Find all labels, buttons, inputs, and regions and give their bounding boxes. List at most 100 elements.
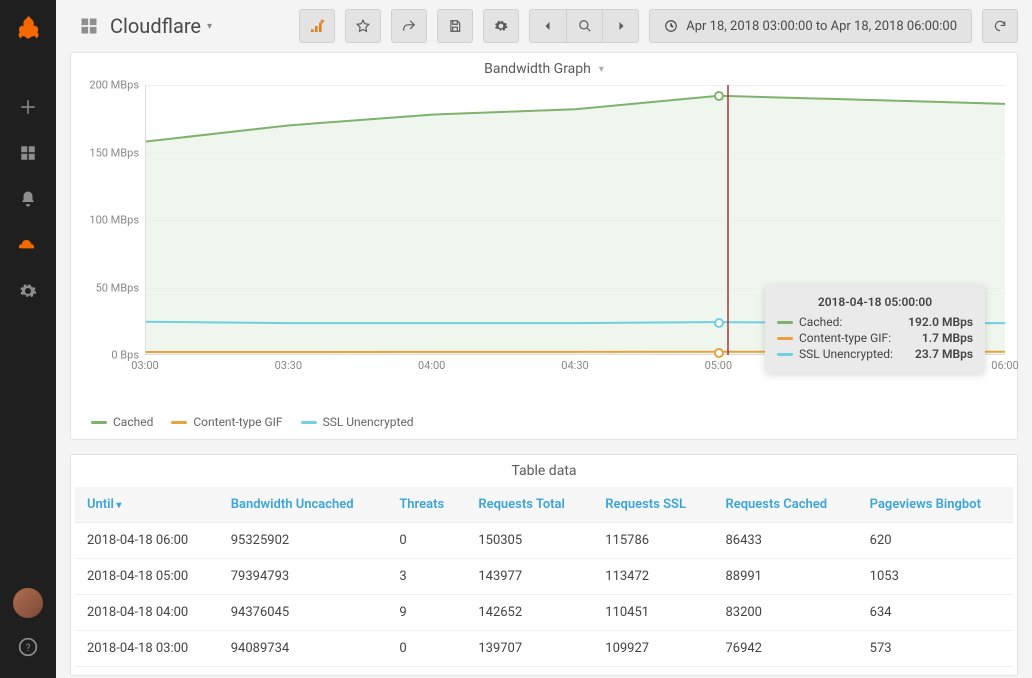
panel-title-menu[interactable]: Bandwidth Graph ▾ <box>71 53 1017 85</box>
table-cell: 142652 <box>466 595 593 631</box>
table-header[interactable]: Requests SSL <box>593 487 713 523</box>
legend-item[interactable]: SSL Unencrypted <box>301 415 414 429</box>
x-tick: 04:00 <box>418 359 445 372</box>
table-cell: 143977 <box>466 559 593 595</box>
x-tick: 06:00 <box>991 359 1018 372</box>
table-header[interactable]: Until <box>75 487 219 523</box>
table-header[interactable]: Threats <box>387 487 466 523</box>
user-avatar[interactable] <box>13 588 43 618</box>
table-header[interactable]: Requests Cached <box>713 487 857 523</box>
table-cell: 573 <box>858 631 1013 667</box>
table-cell: 634 <box>858 595 1013 631</box>
y-tick: 200 MBps <box>89 79 139 92</box>
table-cell: 2018-04-18 04:00 <box>75 595 219 631</box>
table-row[interactable]: 2018-04-18 06:00953259020150305115786864… <box>75 523 1013 559</box>
x-tick: 05:00 <box>705 359 732 372</box>
table-cell: 0 <box>387 631 466 667</box>
legend-item[interactable]: Cached <box>91 415 153 429</box>
time-back-button[interactable] <box>530 9 566 43</box>
table-header[interactable]: Bandwidth Uncached <box>219 487 388 523</box>
legend-item[interactable]: Content-type GIF <box>171 415 282 429</box>
table-cell: 86433 <box>713 523 857 559</box>
topbar: Cloudflare ▾ Apr 18, 2018 03:00:00 to Ap… <box>56 0 1032 52</box>
dashboard-title-dropdown[interactable]: Cloudflare ▾ <box>110 14 212 38</box>
left-sidebar: ? <box>0 0 56 678</box>
time-range-button[interactable]: Apr 18, 2018 03:00:00 to Apr 18, 2018 06… <box>649 9 972 43</box>
table-cell: 113472 <box>593 559 713 595</box>
table-cell: 76942 <box>713 631 857 667</box>
table-header[interactable]: Pageviews Bingbot <box>858 487 1013 523</box>
add-panel-button[interactable] <box>299 9 335 43</box>
bandwidth-graph-panel: Bandwidth Graph ▾ 0 Bps50 MBps100 MBps15… <box>70 52 1018 440</box>
tooltip-time: 2018-04-18 05:00:00 <box>777 295 973 309</box>
dashboard-title-text: Cloudflare <box>110 14 201 38</box>
table-cell: 139707 <box>466 631 593 667</box>
tooltip-row: Cached:192.0 MBps <box>777 315 973 329</box>
create-icon[interactable] <box>17 96 39 118</box>
svg-text:?: ? <box>26 643 31 654</box>
panel-title-text: Table data <box>511 463 576 479</box>
table-cell: 150305 <box>466 523 593 559</box>
settings-icon[interactable] <box>17 280 39 302</box>
grafana-logo-icon[interactable] <box>14 14 42 46</box>
table-cell: 88991 <box>713 559 857 595</box>
hover-line <box>727 85 729 355</box>
chevron-down-icon: ▾ <box>599 64 604 75</box>
table-cell: 79394793 <box>219 559 388 595</box>
tooltip-row: SSL Unencrypted:23.7 MBps <box>777 347 973 361</box>
table-row[interactable]: 2018-04-18 03:00940897340139707109927769… <box>75 631 1013 667</box>
y-tick: 50 MBps <box>96 281 139 294</box>
main-area: Cloudflare ▾ Apr 18, 2018 03:00:00 to Ap… <box>56 0 1032 678</box>
chart-legend: Cached Content-type GIF SSL Unencrypted <box>71 415 1017 439</box>
y-tick: 150 MBps <box>89 146 139 159</box>
x-tick: 03:00 <box>131 359 158 372</box>
cloudflare-icon[interactable] <box>17 234 39 256</box>
table-cell: 83200 <box>713 595 857 631</box>
hover-marker <box>714 318 724 328</box>
table-header[interactable]: Requests Total <box>466 487 593 523</box>
share-button[interactable] <box>391 9 427 43</box>
table-cell: 2018-04-18 03:00 <box>75 631 219 667</box>
time-range-text: Apr 18, 2018 03:00:00 to Apr 18, 2018 06… <box>686 19 957 34</box>
help-icon[interactable]: ? <box>17 636 39 658</box>
table-cell: 2018-04-18 05:00 <box>75 559 219 595</box>
table-cell: 3 <box>387 559 466 595</box>
clock-icon <box>664 19 678 33</box>
time-nav-group <box>529 9 639 43</box>
hover-marker <box>714 348 724 358</box>
table-cell: 0 <box>387 523 466 559</box>
hover-tooltip: 2018-04-18 05:00:00 Cached:192.0 MBps Con… <box>765 285 985 373</box>
dashboard-grid-icon[interactable] <box>78 15 100 37</box>
x-tick: 04:30 <box>561 359 588 372</box>
table-cell: 9 <box>387 595 466 631</box>
table-cell: 110451 <box>593 595 713 631</box>
table-data-panel: Table data UntilBandwidth UncachedThreat… <box>70 454 1018 676</box>
panel-title-menu[interactable]: Table data <box>71 455 1017 487</box>
star-button[interactable] <box>345 9 381 43</box>
table-cell: 94376045 <box>219 595 388 631</box>
dashboards-icon[interactable] <box>17 142 39 164</box>
table-cell: 620 <box>858 523 1013 559</box>
tooltip-row: Content-type GIF:1.7 MBps <box>777 331 973 345</box>
hover-marker <box>714 91 724 101</box>
refresh-button[interactable] <box>982 9 1018 43</box>
data-table: UntilBandwidth UncachedThreatsRequests T… <box>75 487 1013 667</box>
x-tick: 03:30 <box>275 359 302 372</box>
table-cell: 1053 <box>858 559 1013 595</box>
panel-title-text: Bandwidth Graph <box>484 61 591 77</box>
zoom-out-button[interactable] <box>566 9 602 43</box>
alerts-icon[interactable] <box>17 188 39 210</box>
table-cell: 94089734 <box>219 631 388 667</box>
table-cell: 2018-04-18 06:00 <box>75 523 219 559</box>
dashboard-settings-button[interactable] <box>483 9 519 43</box>
save-button[interactable] <box>437 9 473 43</box>
table-cell: 95325902 <box>219 523 388 559</box>
table-row[interactable]: 2018-04-18 04:00943760459142652110451832… <box>75 595 1013 631</box>
time-forward-button[interactable] <box>602 9 638 43</box>
chart-area[interactable]: 0 Bps50 MBps100 MBps150 MBps200 MBps 03:… <box>83 85 1005 385</box>
table-cell: 109927 <box>593 631 713 667</box>
table-row[interactable]: 2018-04-18 05:00793947933143977113472889… <box>75 559 1013 595</box>
table-cell: 115786 <box>593 523 713 559</box>
y-axis: 0 Bps50 MBps100 MBps150 MBps200 MBps <box>83 85 145 355</box>
y-tick: 100 MBps <box>89 214 139 227</box>
